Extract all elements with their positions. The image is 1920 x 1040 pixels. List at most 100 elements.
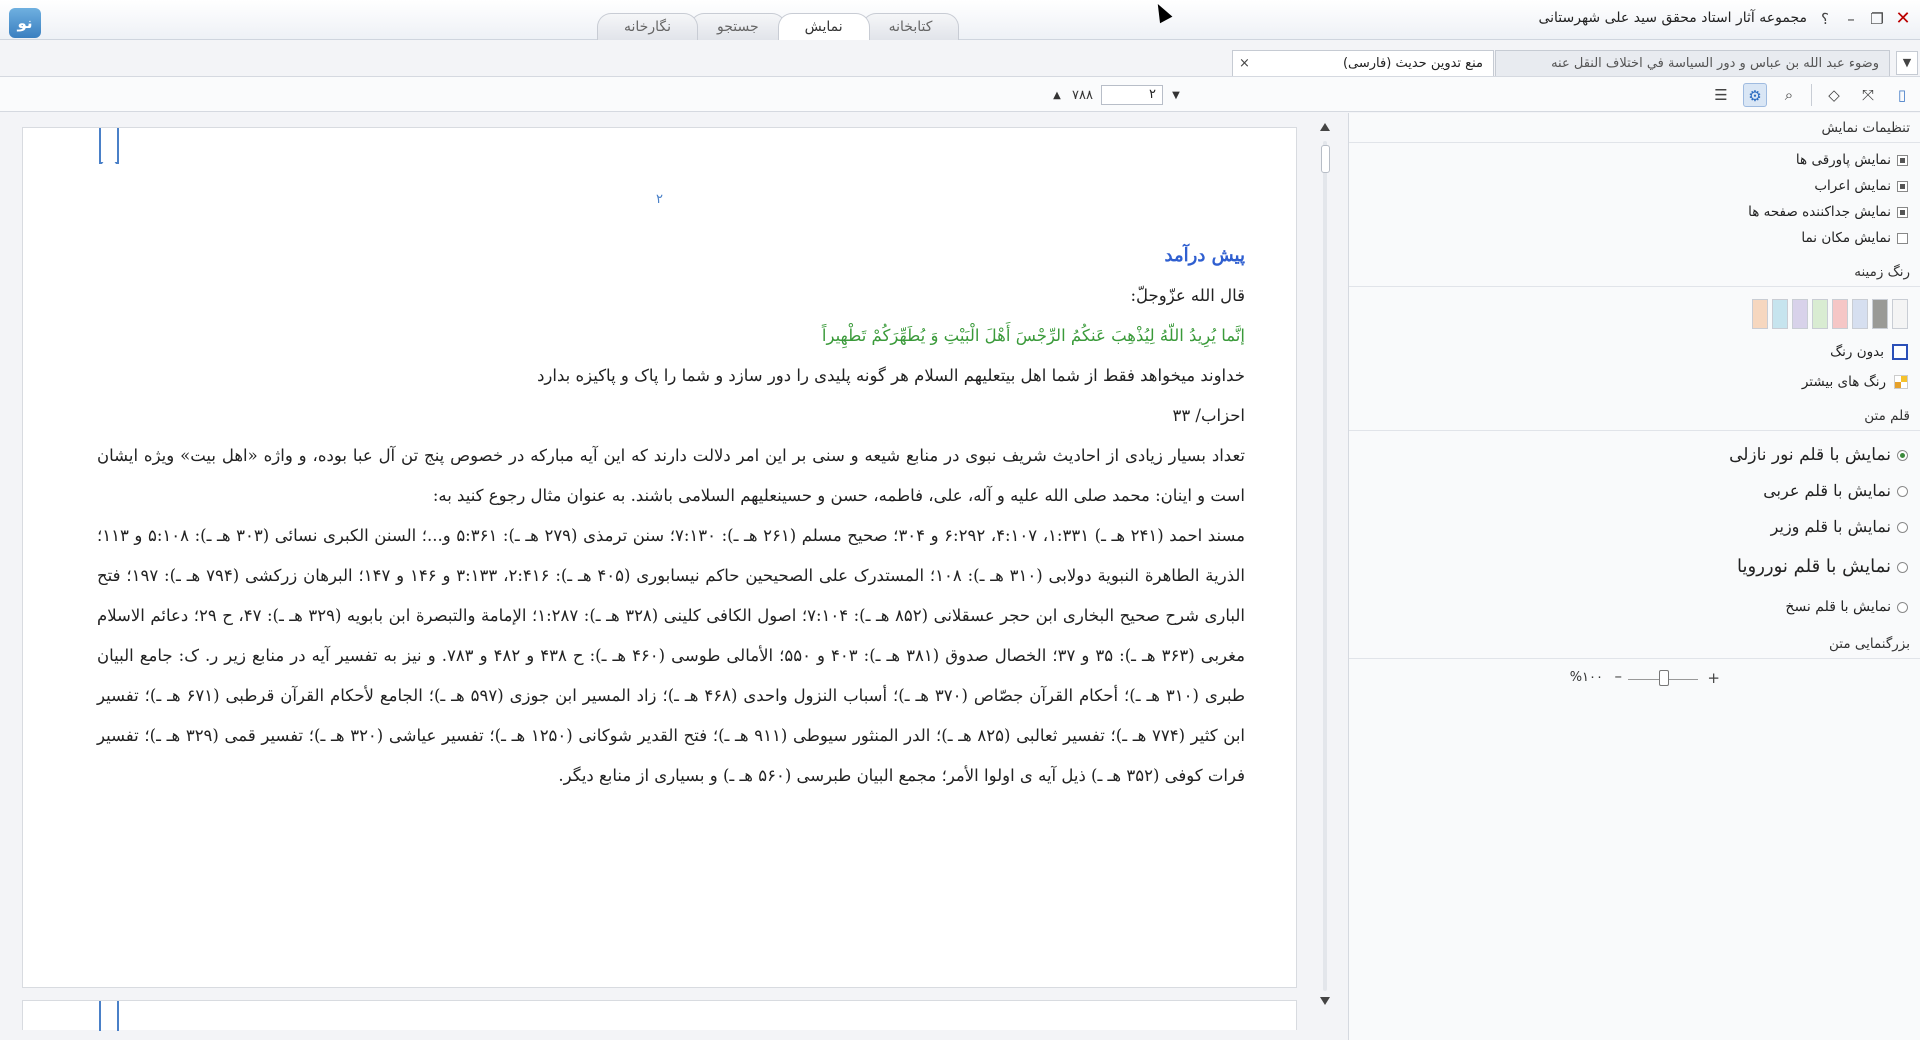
last-page-arrow-icon[interactable]: ▲: [1050, 90, 1064, 101]
restore-button[interactable]: ❐: [1866, 8, 1888, 30]
option-diacritics[interactable]: نمایش اعراب: [1349, 173, 1920, 199]
scroll-down-arrow-icon[interactable]: [1320, 997, 1330, 1005]
option-footnotes[interactable]: نمایش پاورقی ها: [1349, 147, 1920, 173]
diacritics-checkbox[interactable]: [1897, 180, 1908, 192]
quran-verse: إنَّما يُرِيدُ اللّهُ لِيُذْهِبَ عَنكُمُ…: [821, 326, 1245, 345]
next-document-page: [22, 1000, 1297, 1031]
page-bookmark-icon[interactable]: [99, 128, 119, 164]
page-number-input[interactable]: ۲: [1100, 85, 1163, 105]
bookmark-icon[interactable]: ▯: [1890, 83, 1914, 107]
minimize-button[interactable]: –: [1840, 8, 1862, 30]
doc-tab-label: منع تدوين حديث (فارسی): [1342, 56, 1483, 71]
display-settings-title: تنظیمات نمایش: [1349, 113, 1920, 143]
color-swatches: [1349, 287, 1920, 337]
zoom-out-button[interactable]: –: [1615, 667, 1623, 685]
display-settings-panel: تنظیمات نمایش نمایش پاورقی ها نمایش اعرا…: [1348, 113, 1920, 1040]
no-color-label: بدون رنگ: [1830, 344, 1884, 360]
font-label: نمایش با قلم وزیر: [1770, 517, 1891, 536]
zoom-slider-thumb[interactable]: [1659, 670, 1669, 686]
doc-tab-label: وضوء عبد الله بن عباس و دور السياسة في ا…: [1551, 56, 1879, 71]
document-tabs: وضوء عبد الله بن عباس و دور السياسة في ا…: [0, 48, 1920, 76]
color-swatch[interactable]: [1792, 299, 1808, 329]
color-swatch[interactable]: [1852, 299, 1868, 329]
list-icon[interactable]: ☰: [1709, 83, 1733, 107]
font-label: نمایش با قلم نور نازلی: [1729, 445, 1891, 465]
close-window-button[interactable]: ✕: [1892, 8, 1914, 30]
option-page-separators[interactable]: نمایش جداکننده صفحه ها: [1349, 199, 1920, 225]
font-option-nazli[interactable]: نمایش با قلم نور نازلی: [1349, 437, 1920, 473]
option-label: نمایش مکان نما: [1801, 230, 1891, 246]
tab-library[interactable]: کتابخانه: [861, 13, 960, 40]
eraser-icon[interactable]: ◇: [1822, 83, 1846, 107]
option-label: نمایش پاورقی ها: [1795, 152, 1891, 168]
font-radio[interactable]: [1897, 449, 1908, 461]
toolbar-tools: ☰ ⚙ ⌕ ◇ ⤧ ▯: [1709, 83, 1914, 107]
page-content: پیش درآمد قال الله عزّوجلّ: إنَّما يُرِي…: [97, 236, 1245, 796]
search-icon[interactable]: ⌕: [1777, 83, 1801, 107]
color-swatch[interactable]: [1892, 299, 1908, 329]
color-swatch[interactable]: [1812, 299, 1828, 329]
font-label: نمایش با قلم نوررویا: [1737, 556, 1891, 577]
window-title: مجموعه آثار استاد محقق سید علی شهرستانی: [1538, 10, 1807, 26]
color-swatch[interactable]: [1772, 299, 1788, 329]
page-number: ۲: [656, 192, 663, 207]
zoom-in-button[interactable]: +: [1707, 669, 1720, 687]
color-swatch[interactable]: [1832, 299, 1848, 329]
font-radio[interactable]: [1897, 521, 1908, 533]
page-heading: پیش درآمد: [1164, 245, 1245, 266]
scroll-thumb[interactable]: [1321, 145, 1330, 173]
no-color-option[interactable]: بدون رنگ: [1349, 337, 1920, 367]
page-navigator: ▲ ۷۸۸ ۲ ▼: [1050, 85, 1183, 105]
next-page-arrow-icon[interactable]: ▼: [1169, 90, 1183, 101]
doc-tab-wudu[interactable]: وضوء عبد الله بن عباس و دور السياسة في ا…: [1495, 50, 1890, 76]
app-logo: نو: [9, 8, 41, 38]
scroll-up-arrow-icon[interactable]: [1320, 123, 1330, 131]
tab-gallery[interactable]: نگارخانه: [597, 13, 698, 40]
zoom-control: + – %۱۰۰: [1349, 659, 1920, 699]
tabs-dropdown-button[interactable]: ▼: [1896, 51, 1918, 75]
document-viewer: ۲ پیش درآمد قال الله عزّوجلّ: إنَّما يُر…: [0, 113, 1344, 1040]
more-colors-option[interactable]: رنگ های بیشتر: [1349, 367, 1920, 397]
font-option-naskh[interactable]: نمایش با قلم نسخ: [1349, 589, 1920, 625]
option-label: نمایش جداکننده صفحه ها: [1748, 204, 1891, 220]
document-page: ۲ پیش درآمد قال الله عزّوجلّ: إنَّما يُر…: [22, 127, 1297, 988]
verse-translation: خداوند میخواهد فقط از شما اهل بیتعلیهم ا…: [537, 366, 1245, 385]
vertical-scrollbar[interactable]: [1312, 113, 1340, 1040]
next-page-bookmark-icon[interactable]: [99, 1001, 119, 1031]
gear-icon[interactable]: ⚙: [1743, 83, 1767, 107]
window-controls: ؟ – ❐ ✕: [1814, 8, 1914, 30]
verse-reference: احزاب/ ۳۳: [1172, 406, 1245, 425]
main-tabs: کتابخانه نمایش جستجو نگارخانه: [597, 13, 960, 40]
total-pages: ۷۸۸: [1072, 87, 1093, 103]
no-color-icon: [1892, 344, 1908, 360]
font-radio[interactable]: [1897, 561, 1908, 573]
close-tab-icon[interactable]: ×: [1239, 51, 1250, 76]
color-swatch[interactable]: [1872, 299, 1888, 329]
doc-tab-man-tadwin[interactable]: منع تدوين حديث (فارسی) ×: [1232, 50, 1494, 76]
font-option-noorroya[interactable]: نمایش با قلم نوررویا: [1349, 545, 1920, 589]
scroll-track[interactable]: [1323, 141, 1327, 991]
color-swatch[interactable]: [1752, 299, 1768, 329]
toolbar-divider: [1811, 84, 1812, 106]
font-label: نمایش با قلم عربی: [1763, 481, 1891, 500]
tab-search[interactable]: جستجو: [689, 13, 786, 40]
option-cursor[interactable]: نمایش مکان نما: [1349, 225, 1920, 251]
title-bar: نو کتابخانه نمایش جستجو نگارخانه مجموعه …: [0, 0, 1920, 40]
help-button[interactable]: ؟: [1814, 8, 1836, 30]
paragraph-1: تعداد بسیار زیادی از احادیث شریف نبوی در…: [97, 446, 1245, 505]
page-separators-checkbox[interactable]: [1897, 206, 1908, 218]
more-colors-label: رنگ های بیشتر: [1801, 374, 1886, 390]
text-zoom-title: بزرگنمایی متن: [1349, 629, 1920, 659]
fullscreen-icon[interactable]: ⤧: [1856, 83, 1880, 107]
zoom-value: %۱۰۰: [1569, 670, 1603, 685]
font-option-arabic[interactable]: نمایش با قلم عربی: [1349, 473, 1920, 509]
tab-display[interactable]: نمایش: [777, 13, 870, 40]
font-radio[interactable]: [1897, 601, 1908, 613]
font-label: نمایش با قلم نسخ: [1785, 599, 1891, 615]
footnotes-checkbox[interactable]: [1897, 154, 1908, 166]
font-option-vazir[interactable]: نمایش با قلم وزیر: [1349, 509, 1920, 545]
cursor-checkbox[interactable]: [1897, 232, 1908, 244]
background-color-title: رنگ زمینه: [1349, 257, 1920, 287]
font-radio[interactable]: [1897, 485, 1908, 497]
paragraph-2: مسند احمد (۲۴۱ هـ ـ) ۱:۳۳۱، ۴:۱۰۷، ۶:۲۹۲…: [97, 526, 1246, 785]
